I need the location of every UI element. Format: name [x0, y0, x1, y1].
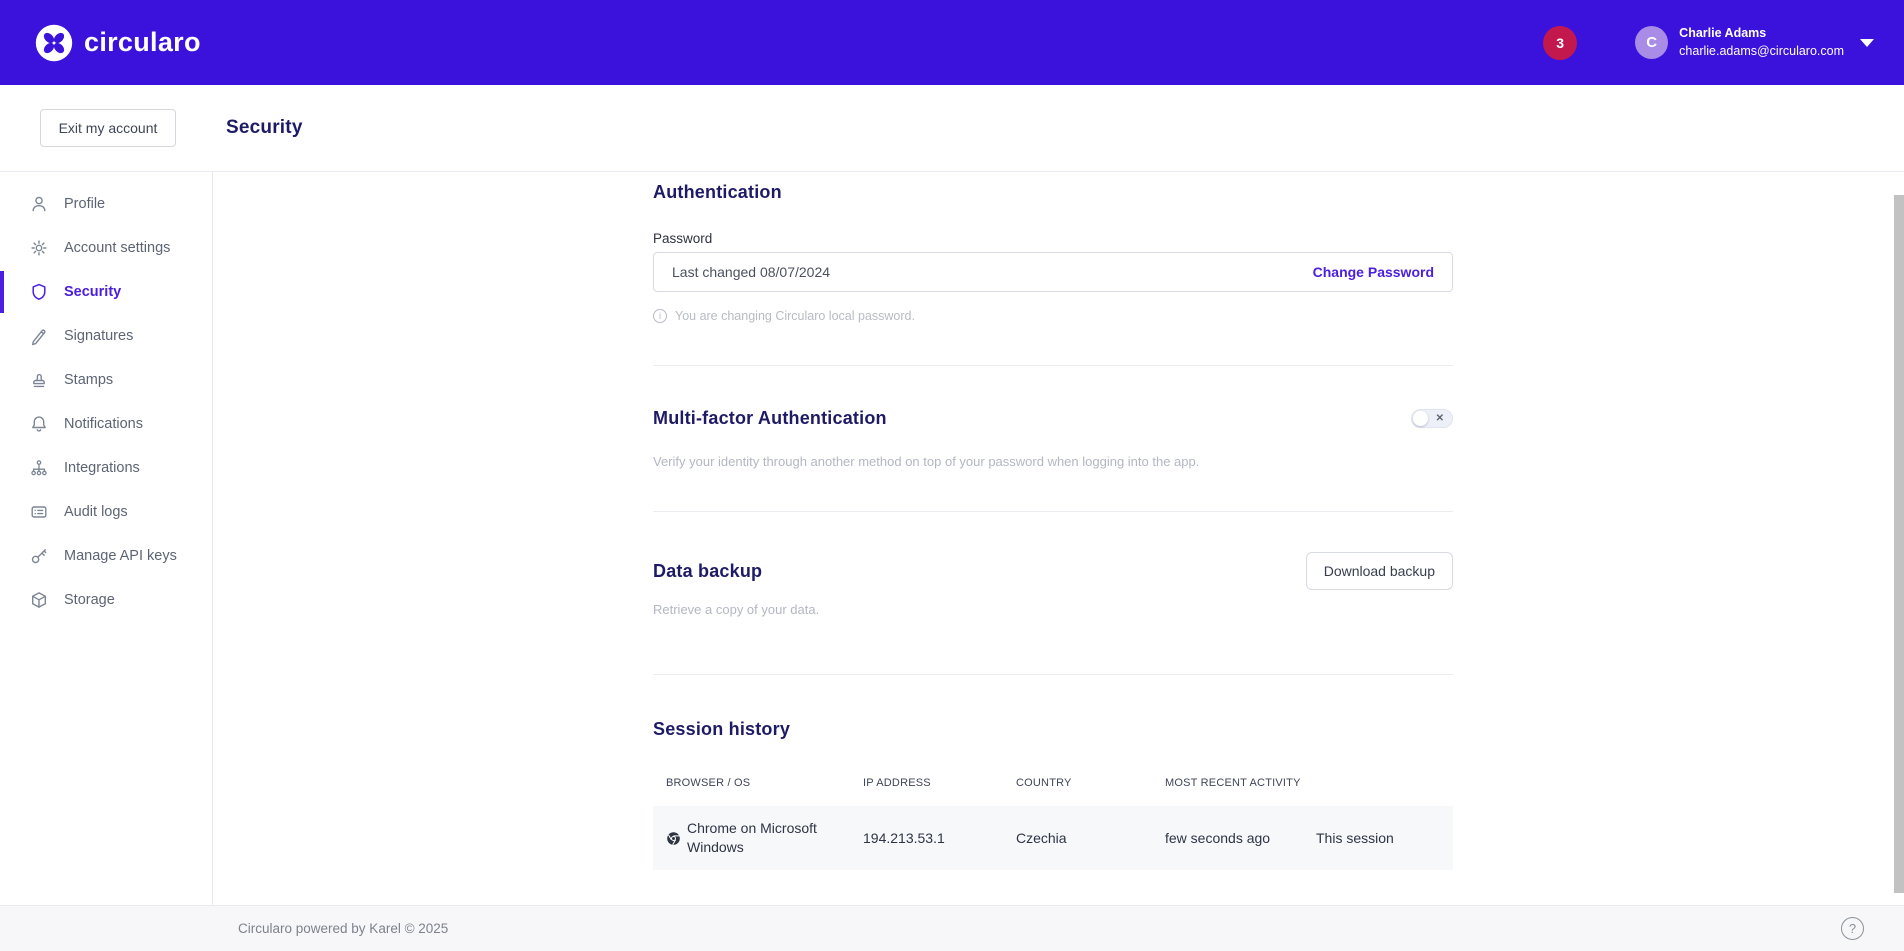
- sidebar-item-label: Audit logs: [64, 504, 128, 520]
- sessions-section-title: Session history: [653, 719, 1453, 740]
- brand-name: circularo: [84, 27, 201, 58]
- user-email: charlie.adams@circularo.com: [1679, 43, 1844, 61]
- page-title: Security: [226, 117, 303, 139]
- exit-account-button[interactable]: Exit my account: [40, 109, 176, 147]
- sidebar-item-audit-logs[interactable]: Audit logs: [0, 490, 212, 534]
- sidebar: Profile Account settings Security Signat…: [0, 172, 213, 905]
- sidebar-item-label: Account settings: [64, 240, 170, 256]
- sidebar-item-label: Security: [64, 284, 121, 300]
- section-divider: [653, 511, 1453, 512]
- session-history-table: BROWSER / OS IP ADDRESS COUNTRY MOST REC…: [653, 762, 1453, 870]
- box-icon: [29, 590, 49, 610]
- download-backup-button[interactable]: Download backup: [1306, 552, 1453, 590]
- column-header: COUNTRY: [1016, 775, 1165, 792]
- sidebar-item-label: Manage API keys: [64, 548, 177, 564]
- ip-cell: 194.213.53.1: [863, 830, 1016, 846]
- mfa-toggle[interactable]: ✕: [1411, 409, 1453, 428]
- vertical-scrollbar[interactable]: [1894, 195, 1904, 893]
- main-content: Authentication Password Last changed 08/…: [213, 172, 1904, 905]
- password-label: Password: [653, 231, 1453, 246]
- section-divider: [653, 365, 1453, 366]
- stamp-icon: [29, 370, 49, 390]
- toggle-knob: [1413, 411, 1428, 426]
- user-menu[interactable]: C Charlie Adams charlie.adams@circularo.…: [1635, 25, 1874, 60]
- sidebar-item-manage-api-keys[interactable]: Manage API keys: [0, 534, 212, 578]
- footer: Circularo powered by Karel © 2025 ?: [0, 905, 1904, 951]
- browser-cell: Chrome on Microsoft Windows: [687, 819, 833, 857]
- bell-icon: [29, 414, 49, 434]
- top-bar: circularo 3 C Charlie Adams charlie.adam…: [0, 0, 1904, 85]
- page-header: Exit my account Security: [0, 85, 1904, 172]
- info-icon: i: [653, 309, 667, 323]
- key-icon: [29, 546, 49, 566]
- shield-icon: [29, 282, 49, 302]
- sidebar-item-security[interactable]: Security: [0, 270, 212, 314]
- brand-logo[interactable]: circularo: [35, 24, 201, 62]
- sidebar-item-label: Signatures: [64, 328, 133, 344]
- sidebar-item-label: Profile: [64, 196, 105, 212]
- toggle-off-x-icon: ✕: [1436, 414, 1444, 424]
- backup-description: Retrieve a copy of your data.: [653, 602, 1453, 617]
- session-cell: This session: [1316, 830, 1453, 846]
- column-header: MOST RECENT ACTIVITY: [1165, 775, 1316, 792]
- sidebar-item-label: Notifications: [64, 416, 143, 432]
- table-row: Chrome on Microsoft Windows 194.213.53.1…: [653, 806, 1453, 870]
- sidebar-item-integrations[interactable]: Integrations: [0, 446, 212, 490]
- password-field[interactable]: Last changed 08/07/2024 Change Password: [653, 252, 1453, 292]
- user-icon: [29, 194, 49, 214]
- backup-section-title: Data backup: [653, 561, 762, 582]
- section-divider: [653, 674, 1453, 675]
- avatar: C: [1635, 26, 1668, 59]
- password-value: Last changed 08/07/2024: [672, 264, 830, 280]
- chevron-down-icon: [1860, 39, 1874, 47]
- gear-icon: [29, 238, 49, 258]
- footer-text: Circularo powered by Karel © 2025: [238, 921, 448, 936]
- sidebar-item-label: Integrations: [64, 460, 140, 476]
- country-cell: Czechia: [1016, 830, 1165, 846]
- sidebar-item-signatures[interactable]: Signatures: [0, 314, 212, 358]
- password-info-text: You are changing Circularo local passwor…: [675, 309, 915, 323]
- authentication-section-title: Authentication: [653, 172, 1453, 203]
- activity-cell: few seconds ago: [1165, 830, 1316, 846]
- hierarchy-icon: [29, 458, 49, 478]
- user-name: Charlie Adams: [1679, 25, 1844, 43]
- pen-icon: [29, 326, 49, 346]
- help-icon[interactable]: ?: [1841, 917, 1864, 940]
- change-password-link[interactable]: Change Password: [1313, 264, 1434, 280]
- sidebar-item-storage[interactable]: Storage: [0, 578, 212, 622]
- mfa-section-title: Multi-factor Authentication: [653, 408, 887, 429]
- sidebar-item-stamps[interactable]: Stamps: [0, 358, 212, 402]
- column-header: BROWSER / OS: [666, 775, 863, 792]
- mfa-description: Verify your identity through another met…: [653, 454, 1453, 469]
- list-icon: [29, 502, 49, 522]
- column-header: IP ADDRESS: [863, 775, 1016, 792]
- circularo-logo-icon: [35, 24, 73, 62]
- table-header-row: BROWSER / OS IP ADDRESS COUNTRY MOST REC…: [653, 762, 1453, 806]
- sidebar-item-notifications[interactable]: Notifications: [0, 402, 212, 446]
- notification-badge[interactable]: 3: [1543, 26, 1577, 60]
- sidebar-item-account-settings[interactable]: Account settings: [0, 226, 212, 270]
- chrome-icon: [666, 831, 681, 846]
- sidebar-item-label: Storage: [64, 592, 115, 608]
- sidebar-item-label: Stamps: [64, 372, 113, 388]
- sidebar-item-profile[interactable]: Profile: [0, 182, 212, 226]
